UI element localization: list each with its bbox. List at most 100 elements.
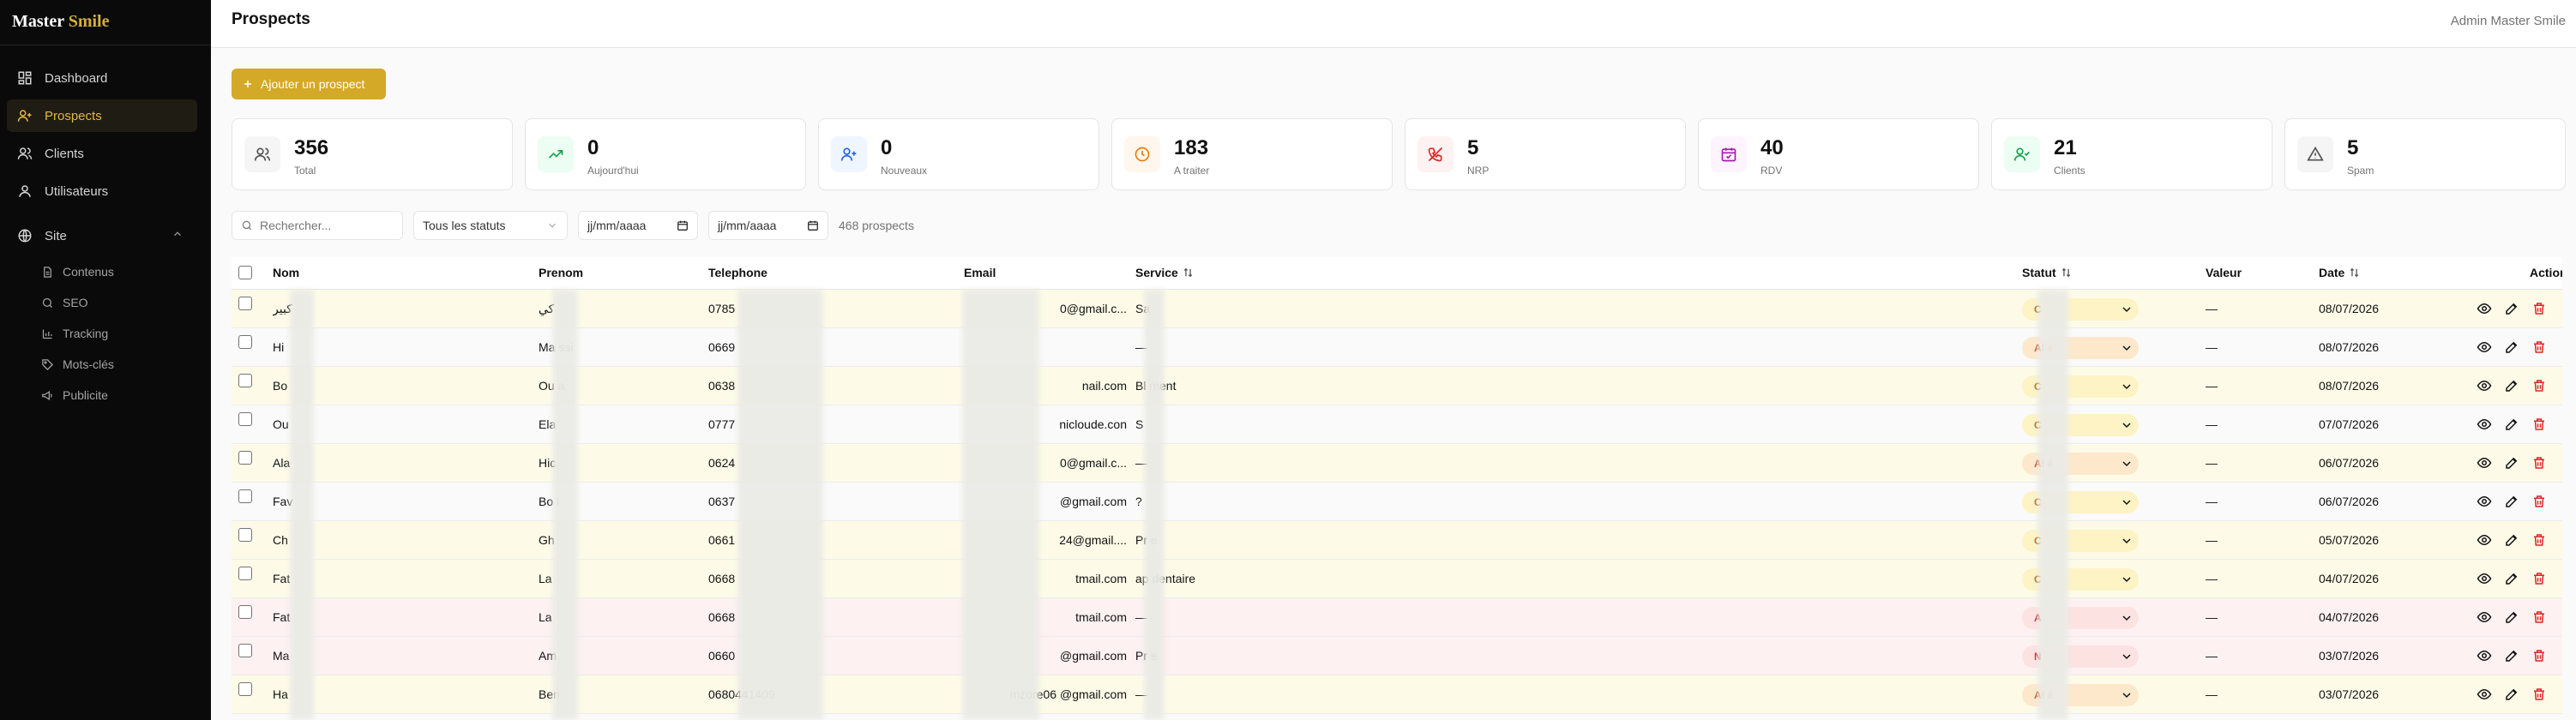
date-from-input[interactable]: jj/mm/aaaa (578, 211, 698, 240)
stat-card-nrp[interactable]: 5 NRP (1405, 118, 1686, 190)
edit-icon[interactable] (2504, 417, 2519, 432)
admin-user-name[interactable]: Admin Master Smile (2451, 14, 2566, 28)
trash-icon[interactable] (2531, 532, 2547, 548)
row-checkbox[interactable] (238, 335, 252, 349)
eye-icon[interactable] (2477, 648, 2492, 663)
add-prospect-button[interactable]: Ajouter un prospect (232, 69, 386, 99)
table-row[interactable]: MaAm0660@gmail.comPr eN—03/07/2026 (232, 637, 2562, 675)
trash-icon[interactable] (2531, 571, 2547, 586)
eye-icon[interactable] (2477, 494, 2492, 509)
eye-icon[interactable] (2477, 532, 2492, 548)
row-checkbox[interactable] (238, 605, 252, 619)
phone-off-icon (1428, 147, 1443, 162)
col-header-nom[interactable]: Nom (273, 266, 299, 279)
edit-icon[interactable] (2504, 301, 2519, 316)
table-row[interactable]: FatLa0668tmail.com—A—04/07/2026 (232, 598, 2562, 637)
select-all-checkbox[interactable] (238, 266, 252, 279)
sidebar-subitem-mots-cles[interactable]: Mots-clés (41, 352, 114, 376)
table-row[interactable]: HaBen0680441409mzore06 @gmail.com—Al é—0… (232, 675, 2562, 714)
col-header-email[interactable]: Email (964, 266, 996, 279)
eye-icon[interactable] (2477, 571, 2492, 586)
stat-card-total[interactable]: 356 Total (232, 118, 513, 190)
row-checkbox[interactable] (238, 528, 252, 542)
stat-card-rdv[interactable]: 40 RDV (1698, 118, 1979, 190)
sidebar-subitem-label: SEO (63, 296, 88, 309)
edit-icon[interactable] (2504, 571, 2519, 586)
stat-card-clients[interactable]: 21 Clients (1991, 118, 2272, 190)
row-checkbox[interactable] (238, 489, 252, 503)
chevron-up-icon[interactable] (172, 228, 184, 240)
row-checkbox[interactable] (238, 451, 252, 465)
trash-icon[interactable] (2531, 417, 2547, 432)
eye-icon[interactable] (2477, 417, 2492, 432)
cell-valeur: — (2206, 340, 2218, 354)
edit-icon[interactable] (2504, 455, 2519, 471)
col-header-prenom[interactable]: Prenom (539, 266, 583, 279)
row-checkbox[interactable] (238, 374, 252, 387)
trash-icon[interactable] (2531, 609, 2547, 625)
eye-icon[interactable] (2477, 339, 2492, 355)
stat-card-nouveaux[interactable]: 0 Nouveaux (818, 118, 1099, 190)
edit-icon[interactable] (2504, 648, 2519, 663)
stat-card-spam[interactable]: 5 Spam (2284, 118, 2566, 190)
trash-icon[interactable] (2531, 648, 2547, 663)
sidebar-subitem-contenus[interactable]: Contenus (41, 260, 114, 284)
sidebar-item-dashboard[interactable]: Dashboard (7, 62, 197, 94)
row-checkbox[interactable] (238, 297, 252, 310)
table-row[interactable]: OuEla0777nicloude.conSC—07/07/2026 (232, 405, 2562, 444)
sidebar-subitem-seo[interactable]: SEO (41, 291, 88, 315)
trash-icon[interactable] (2531, 494, 2547, 509)
trash-icon[interactable] (2531, 455, 2547, 471)
row-checkbox[interactable] (238, 682, 252, 696)
stat-value: 356 (294, 136, 329, 159)
date-to-input[interactable]: jj/mm/aaaa (708, 211, 828, 240)
stat-card-a-traiter[interactable]: 183 A traiter (1111, 118, 1393, 190)
table-row[interactable]: BoOu a0638nail.comBl mentC—08/07/2026 (232, 367, 2562, 405)
trash-icon[interactable] (2531, 301, 2547, 316)
sidebar-item-clients[interactable]: Clients (7, 137, 197, 170)
edit-icon[interactable] (2504, 339, 2519, 355)
trash-icon[interactable] (2531, 687, 2547, 702)
col-header-statut[interactable]: Statut (2022, 266, 2071, 279)
sidebar-subitem-publicite[interactable]: Publicite (41, 383, 108, 407)
row-checkbox[interactable] (238, 644, 252, 657)
calendar-icon[interactable] (677, 219, 689, 231)
col-header-telephone[interactable]: Telephone (708, 266, 767, 279)
edit-icon[interactable] (2504, 609, 2519, 625)
eye-icon[interactable] (2477, 378, 2492, 393)
table-row[interactable]: ChGh066124@gmail....Pr eC—05/07/2026 (232, 521, 2562, 560)
brand-logo[interactable]: Master Smile (12, 12, 110, 32)
edit-icon[interactable] (2504, 532, 2519, 548)
trash-icon[interactable] (2531, 378, 2547, 393)
sidebar-item-utilisateurs[interactable]: Utilisateurs (7, 175, 197, 207)
users-icon (17, 147, 33, 159)
eye-icon[interactable] (2477, 687, 2492, 702)
sidebar-subitem-tracking[interactable]: Tracking (41, 321, 108, 345)
trash-icon[interactable] (2531, 339, 2547, 355)
eye-icon[interactable] (2477, 609, 2492, 625)
stat-card-aujourdhui[interactable]: 0 Aujourd'hui (525, 118, 806, 190)
table-row[interactable]: كبيركي07850@gmail.c...SaC—08/07/2026 (232, 290, 2562, 328)
search-input[interactable] (260, 219, 388, 232)
table-row[interactable]: FatLa0668tmail.comap dentaireC—04/07/202… (232, 560, 2562, 598)
col-header-valeur[interactable]: Valeur (2206, 266, 2242, 279)
eye-icon[interactable] (2477, 455, 2492, 471)
table-row[interactable]: HiMa ssi0669—Al é—08/07/2026 (232, 328, 2562, 367)
row-checkbox[interactable] (238, 567, 252, 580)
edit-icon[interactable] (2504, 494, 2519, 509)
table-row[interactable]: AlaHic06240@gmail.c...—Al é—06/07/2026 (232, 444, 2562, 483)
sidebar-item-site[interactable]: Site (7, 219, 197, 252)
calendar-icon[interactable] (807, 219, 819, 231)
table-row[interactable]: FavBo l0637@gmail.com?C—06/07/2026 (232, 483, 2562, 521)
row-checkbox[interactable] (238, 412, 252, 426)
stat-label: Aujourd'hui (587, 165, 639, 177)
sidebar-item-label: Dashboard (45, 70, 108, 86)
eye-icon[interactable] (2477, 301, 2492, 316)
status-select[interactable]: Tous les statuts (413, 211, 568, 240)
edit-icon[interactable] (2504, 378, 2519, 393)
col-header-service[interactable]: Service (1135, 266, 1193, 279)
cell-valeur: — (2206, 379, 2218, 393)
col-header-date[interactable]: Date (2319, 266, 2359, 279)
sidebar-item-prospects[interactable]: Prospects (7, 99, 197, 132)
edit-icon[interactable] (2504, 687, 2519, 702)
